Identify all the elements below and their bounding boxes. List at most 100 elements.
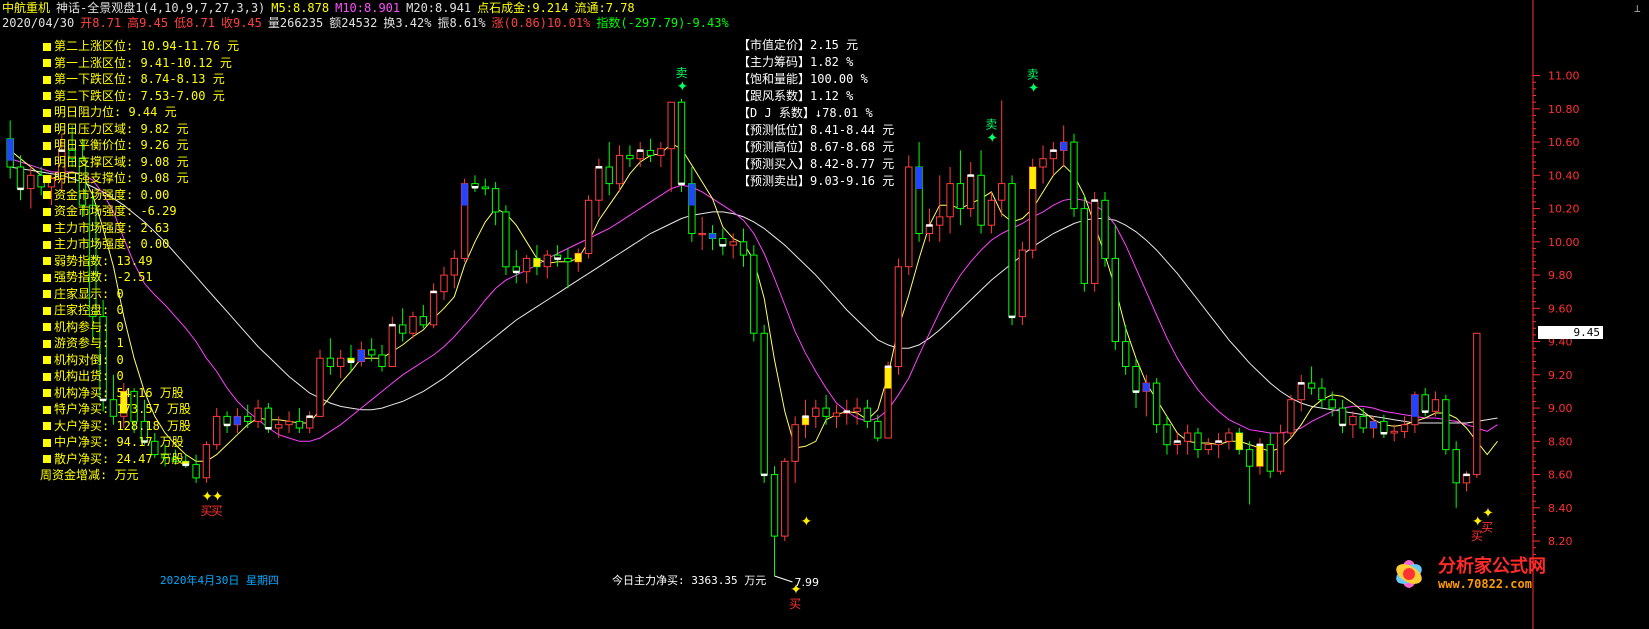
left-panel-text: 中户净买: 94.17 万股 [54, 435, 184, 449]
candle-body [1318, 387, 1326, 401]
axis-tick-label: 10.80 [1548, 103, 1580, 116]
price-axis: 8.208.408.608.809.009.209.409.609.8010.0… [1532, 0, 1580, 629]
candle-body [812, 407, 820, 417]
watermark-title: 分析家公式网 [1438, 556, 1546, 577]
site-watermark: 分析家公式网 www.70822.com [1384, 550, 1644, 600]
sell-arrow-icon: ✦ [677, 79, 689, 95]
buy-arrow-icon: ✦ [1482, 506, 1494, 522]
candle-body [677, 101, 686, 185]
candle-body [832, 412, 841, 417]
axis-tick-label: 9.80 [1548, 269, 1573, 282]
candle-body [429, 291, 438, 326]
left-panel-row: 明日强支撑位: 9.08 元 [43, 170, 239, 187]
left-panel-text: 资金市场强度: -6.29 [54, 204, 177, 218]
left-panel-row: 周资金增减: 万元 [40, 467, 239, 484]
left-panel-text: 第一下跌区位: 8.74-8.13 元 [54, 72, 225, 86]
watermark-url[interactable]: www.70822.com [1438, 577, 1532, 591]
axis-tick-label: 10.20 [1548, 203, 1580, 216]
candle-body [419, 316, 428, 326]
candle-body [316, 357, 324, 417]
candle-body [770, 474, 779, 537]
left-panel-row: 大户净买: 128.18 万股 [43, 418, 239, 435]
candle-body [1122, 341, 1130, 368]
left-panel-row: 机构参与: 0 [43, 319, 239, 336]
left-panel-text: 周资金增减: 万元 [40, 468, 139, 482]
candle-marker [306, 415, 313, 418]
sell-arrow-icon: ✦ [986, 130, 998, 146]
candle-highlight [1029, 167, 1036, 189]
candle-highlight [1370, 421, 1377, 428]
left-panel-text: 机构参与: 0 [54, 319, 124, 334]
axis-tick-label: 9.20 [1548, 369, 1573, 382]
right-panel-row: 【D J 系数】↓78.01 % [738, 106, 873, 120]
left-panel-text: 游资参与: 1 [54, 336, 124, 350]
left-panel-text: 散户净买: 24.47 万股 [54, 451, 184, 466]
bullet-icon [43, 224, 51, 232]
candle-marker [347, 360, 355, 363]
candle-body [1328, 399, 1336, 409]
candle-body [285, 420, 293, 426]
left-panel-row: 明日平衡价位: 9.26 元 [43, 137, 239, 154]
left-panel-row: 机构净买: 54.16 万股 [43, 385, 239, 402]
candle-highlight [1411, 394, 1419, 417]
sell-signal-label: 卖 [1027, 68, 1039, 82]
axis-tick-label: 10.00 [1548, 236, 1580, 249]
candle-body [481, 186, 490, 190]
candle-marker [595, 166, 603, 169]
left-panel-row: 主力市场强度: 2.63 [43, 220, 239, 237]
axis-tick-label: 8.80 [1548, 435, 1573, 448]
candle-body [1070, 141, 1078, 210]
candle-marker [471, 186, 479, 189]
candle-body [936, 216, 944, 226]
left-panel-text: 明日强支撑位: 9.08 元 [54, 171, 189, 185]
candle-marker [1215, 440, 1222, 443]
bullet-icon [43, 290, 51, 298]
candle-body [863, 407, 872, 422]
left-panel-text: 庄家显示: 0 [54, 286, 124, 301]
bullet-icon [43, 455, 51, 463]
buy-signal-label: 买 [1481, 521, 1493, 535]
candle-body [388, 324, 397, 367]
candle-body [1091, 199, 1099, 284]
left-panel-text: 大户净买: 128.18 万股 [54, 418, 192, 433]
bullet-icon [43, 389, 51, 397]
right-panel-row: 【预测卖出】9.03-9.16 元 [738, 174, 895, 188]
bullet-icon [43, 240, 51, 249]
bullet-icon [43, 372, 51, 381]
candle-body [564, 257, 572, 263]
candle-body [874, 420, 882, 439]
buy-signal-label: 买 [211, 504, 223, 518]
candle-body [1204, 444, 1212, 451]
left-panel-text: 明日阻力位: 9.44 元 [54, 105, 177, 119]
left-panel-row: 机构对倒: 0 [43, 352, 239, 369]
candle-marker [1380, 432, 1388, 435]
bullet-icon [43, 141, 51, 150]
left-panel-text: 机构对倒: 0 [54, 352, 124, 367]
left-panel-text: 主力市场强度: 0.00 [54, 237, 170, 251]
left-panel-row: 强势指数: -2.51 [43, 269, 239, 286]
candle-body [905, 166, 913, 268]
left-panel-text: 机构净买: 54.16 万股 [54, 385, 184, 400]
axis-tick-label: 8.60 [1548, 469, 1573, 482]
left-panel-text: 弱势指数: 13.49 [54, 253, 153, 268]
candle-body [894, 266, 903, 367]
axis-tick-label: 9.00 [1548, 402, 1573, 415]
candle-body [1380, 420, 1388, 434]
bullet-icon [43, 108, 51, 117]
candle-marker [1298, 382, 1305, 385]
buy-arrow-icon: ✦ [800, 514, 812, 530]
candle-body [244, 415, 252, 422]
candle-marker [843, 410, 850, 413]
candle-marker [967, 174, 974, 177]
candle-marker [637, 149, 644, 152]
date-footer: 2020年4月30日 星期四 [160, 574, 279, 587]
left-panel-row: 第一上涨区位: 9.41-10.12 元 [43, 55, 239, 72]
candle-marker [1256, 443, 1264, 447]
left-panel-text: 明日平衡价位: 9.26 元 [54, 138, 189, 152]
candle-body [956, 183, 965, 210]
candle-marker [430, 290, 437, 294]
candle-body [254, 407, 262, 422]
candle-body [378, 354, 386, 367]
candle-body [1431, 399, 1440, 412]
candle-body [1421, 394, 1429, 412]
